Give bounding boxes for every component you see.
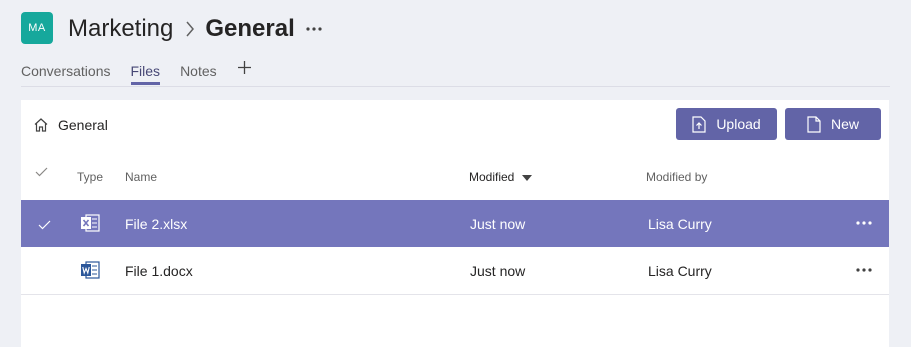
excel-icon	[80, 213, 100, 236]
new-file-icon	[807, 115, 821, 133]
file-modified-by: Lisa Curry	[648, 263, 712, 279]
row-checkbox-icon[interactable]	[38, 217, 51, 233]
row-more-options-icon[interactable]	[855, 213, 873, 229]
home-icon[interactable]	[33, 117, 49, 133]
new-label: New	[830, 116, 859, 132]
breadcrumb: General	[33, 117, 108, 133]
word-icon	[80, 260, 100, 283]
upload-icon	[692, 115, 706, 133]
file-name[interactable]: File 1.docx	[125, 263, 193, 279]
channel-name: General	[205, 15, 295, 42]
team-name[interactable]: Marketing	[68, 15, 173, 43]
table-row[interactable]: File 2.xlsx Just now Lisa Curry	[21, 200, 889, 247]
column-header-type[interactable]: Type	[77, 170, 103, 184]
file-name[interactable]: File 2.xlsx	[125, 216, 187, 232]
chevron-right-icon	[185, 21, 195, 37]
tab-notes[interactable]: Notes	[180, 63, 217, 85]
column-header-modified-label: Modified	[469, 170, 515, 184]
team-avatar[interactable]: MA	[21, 12, 53, 44]
file-modified-by: Lisa Curry	[648, 216, 712, 232]
files-panel: General Upload New Type Name Modified Mo…	[21, 100, 889, 347]
file-modified: Just now	[470, 216, 526, 232]
sort-descending-icon	[522, 170, 533, 184]
table-row[interactable]: File 1.docx Just now Lisa Curry	[21, 247, 889, 295]
tab-files[interactable]: Files	[130, 63, 161, 85]
tab-conversations[interactable]: Conversations	[21, 63, 111, 85]
breadcrumb-current[interactable]: General	[58, 117, 108, 133]
upload-label: Upload	[716, 116, 761, 132]
new-button[interactable]: New	[785, 108, 881, 140]
table-header: Type Name Modified Modified by	[21, 160, 889, 194]
column-header-modified[interactable]: Modified	[469, 170, 533, 184]
channel-title: Marketing General	[68, 13, 323, 45]
upload-button[interactable]: Upload	[676, 108, 777, 140]
add-tab-icon[interactable]	[237, 60, 252, 75]
tabs-divider	[21, 86, 890, 87]
channel-tabs: Conversations Files Notes	[21, 60, 252, 85]
select-all-checkbox-icon[interactable]	[35, 166, 48, 180]
column-header-modified-by[interactable]: Modified by	[646, 170, 707, 184]
row-more-options-icon[interactable]	[855, 260, 873, 276]
more-options-icon[interactable]	[305, 26, 323, 32]
file-modified: Just now	[470, 263, 526, 279]
column-header-name[interactable]: Name	[125, 170, 157, 184]
